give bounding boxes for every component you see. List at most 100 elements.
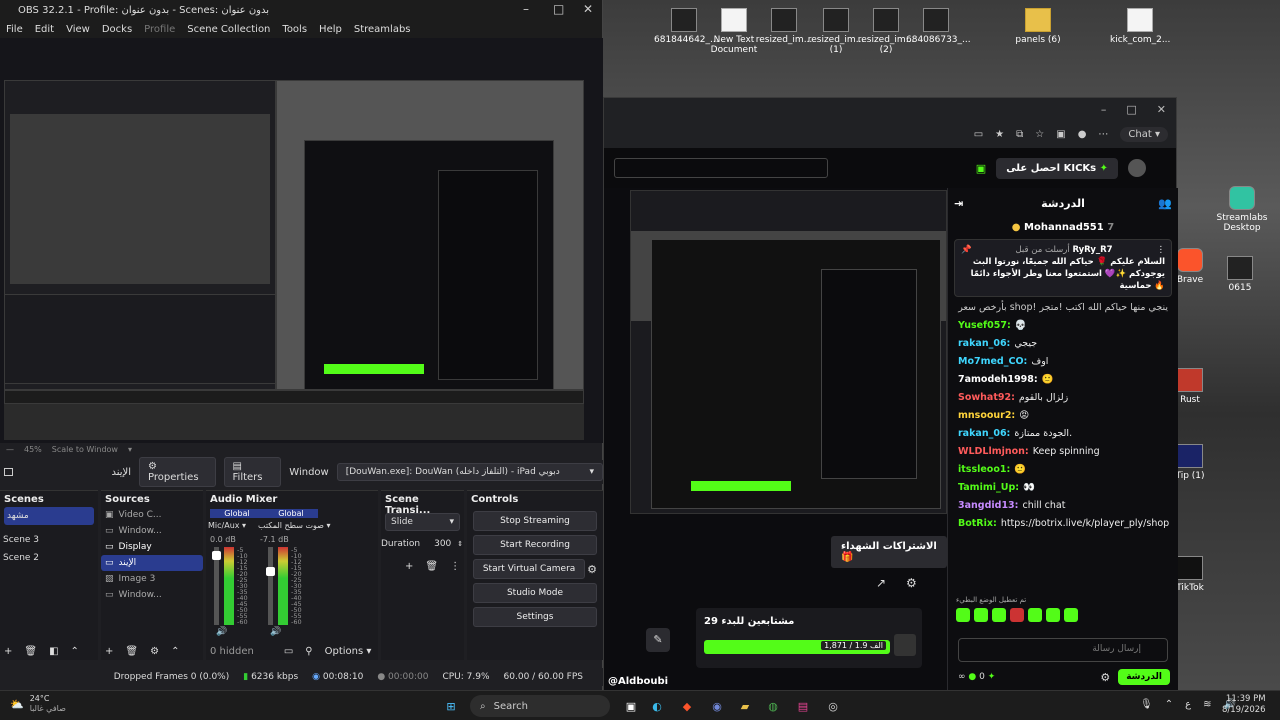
- scene-item[interactable]: Scene 2: [0, 549, 98, 567]
- start-icon[interactable]: ⊞: [440, 695, 462, 717]
- source-item[interactable]: ▣ Video C...: [101, 507, 203, 523]
- desktop-icon[interactable]: Streamlabs Desktop: [1212, 186, 1272, 233]
- chat-input[interactable]: إرسال رسالة: [958, 638, 1168, 662]
- chevron-down-icon[interactable]: ▾: [128, 445, 132, 454]
- discord-icon[interactable]: ◉: [706, 695, 728, 717]
- options-button[interactable]: Options ▾: [325, 646, 372, 657]
- filter-icon[interactable]: ◧: [49, 646, 58, 657]
- close-icon[interactable]: ✕: [1157, 103, 1166, 116]
- maximize-icon[interactable]: □: [553, 2, 564, 16]
- desktop-icon[interactable]: resized_im...: [754, 8, 814, 45]
- speaker-icon[interactable]: 🔊: [216, 627, 227, 637]
- copilot-chat-button[interactable]: Chat ▾: [1120, 126, 1168, 142]
- speaker-icon[interactable]: 🔊: [270, 627, 281, 637]
- filters-button[interactable]: ▤ Filters: [223, 457, 282, 487]
- emote-icon[interactable]: [956, 608, 970, 622]
- menu-view[interactable]: View: [66, 24, 90, 35]
- stop-streaming-button[interactable]: Stop Streaming: [473, 511, 597, 531]
- source-item[interactable]: ▭ Window...: [101, 523, 203, 539]
- menu-file[interactable]: File: [6, 24, 23, 35]
- share-icon[interactable]: ↗: [876, 576, 886, 590]
- subscriptions-button[interactable]: الاشتراكات الشهداء 🎁: [831, 536, 947, 568]
- language-indicator[interactable]: ع: [1185, 699, 1191, 710]
- emote-icon[interactable]: [1046, 608, 1060, 622]
- maximize-icon[interactable]: □: [1126, 103, 1136, 116]
- volume-slider[interactable]: [212, 547, 221, 625]
- chrome-icon[interactable]: ◍: [762, 695, 784, 717]
- add-icon[interactable]: +: [4, 646, 12, 657]
- collapse-icon[interactable]: ⇥: [954, 197, 963, 210]
- chat-send-button[interactable]: الدردشة: [1118, 669, 1170, 685]
- trash-icon[interactable]: 🗑: [425, 561, 438, 572]
- menu-profile[interactable]: Profile: [144, 24, 175, 35]
- menu-tools[interactable]: Tools: [282, 24, 307, 35]
- layout-icon[interactable]: ▭: [284, 646, 293, 657]
- menu-streamlabs[interactable]: Streamlabs: [354, 24, 411, 35]
- weather-widget[interactable]: ⛅ 24°C صافي غالبا: [10, 694, 66, 714]
- chat-username[interactable]: Mo7med_CO:: [958, 356, 1027, 367]
- window-select[interactable]: [DouWan.exe]: DouWan (التلفاز داخله) - i…: [336, 463, 603, 481]
- chat-username[interactable]: rakan_06:: [958, 338, 1010, 349]
- desktop-icon[interactable]: panels (6): [1008, 8, 1068, 45]
- chat-username[interactable]: BotRix:: [958, 518, 997, 529]
- emote-icon[interactable]: [1064, 608, 1078, 622]
- source-item[interactable]: ▭ Window...: [101, 587, 203, 603]
- search-bar[interactable]: ⌕ Search: [470, 695, 610, 717]
- stepper-icon[interactable]: ⇕: [457, 540, 463, 548]
- zoom-level[interactable]: 45%: [24, 445, 42, 454]
- add-icon[interactable]: +: [405, 561, 413, 572]
- extensions-icon[interactable]: ⧉: [1016, 129, 1023, 140]
- video-player[interactable]: [630, 190, 947, 514]
- properties-button[interactable]: ⚙ Properties: [139, 457, 216, 487]
- chat-username[interactable]: itssleoo1:: [958, 464, 1010, 475]
- menu-scene-collection[interactable]: Scene Collection: [187, 24, 270, 35]
- emote-icon[interactable]: [1028, 608, 1042, 622]
- scene-item[interactable]: Scene 3: [0, 531, 98, 549]
- search-box[interactable]: [614, 158, 828, 178]
- collections-icon[interactable]: ▣: [1056, 129, 1065, 140]
- favorites-icon[interactable]: ☆: [1035, 129, 1044, 140]
- chat-username[interactable]: WLDLlmjnon:: [958, 446, 1029, 457]
- menu-docks[interactable]: Docks: [102, 24, 132, 35]
- minimize-icon[interactable]: –: [523, 2, 529, 16]
- trash-icon[interactable]: 🗑: [125, 646, 138, 657]
- chevron-up-icon[interactable]: ⌃: [171, 646, 179, 657]
- install-icon[interactable]: ▭: [974, 129, 983, 140]
- slider-handle[interactable]: [212, 551, 221, 560]
- more-icon[interactable]: ⋮: [1156, 244, 1165, 256]
- more-icon[interactable]: ⋮: [450, 561, 460, 572]
- duration-input[interactable]: 300: [434, 539, 451, 549]
- hidden-count[interactable]: 0 hidden: [210, 646, 254, 657]
- chevron-up-icon[interactable]: ⌃: [71, 646, 79, 657]
- chat-username[interactable]: 7amodeh1998:: [958, 374, 1038, 385]
- chat-username[interactable]: rakan_06:: [958, 428, 1010, 439]
- emote-icon[interactable]: [974, 608, 988, 622]
- obs-preview[interactable]: [0, 38, 603, 443]
- zoom-minus-icon[interactable]: —: [6, 445, 14, 454]
- link-icon[interactable]: ⚲: [305, 646, 312, 657]
- brave-icon[interactable]: ◆: [676, 695, 698, 717]
- desktop-icon[interactable]: 684086733_...: [906, 8, 971, 45]
- channel-name[interactable]: @Aldboubi: [608, 676, 668, 687]
- mic-icon[interactable]: 🎙: [1140, 699, 1153, 710]
- chevron-up-icon[interactable]: ⌃: [1165, 699, 1173, 710]
- wifi-icon[interactable]: ≋: [1203, 699, 1211, 710]
- start-recording-button[interactable]: Start Recording: [473, 535, 597, 555]
- add-icon[interactable]: +: [105, 646, 113, 657]
- edit-icon[interactable]: ✎: [646, 628, 670, 652]
- settings-button[interactable]: Settings: [473, 607, 597, 627]
- profile-icon[interactable]: ●: [1078, 129, 1087, 140]
- task-view-icon[interactable]: ▣: [620, 695, 642, 717]
- file-explorer-icon[interactable]: ▰: [734, 695, 756, 717]
- chat-username[interactable]: Tamimi_Up:: [958, 482, 1019, 493]
- scale-to-window[interactable]: Scale to Window: [52, 445, 118, 454]
- clock[interactable]: 11:39 PM 8/19/2026: [1222, 694, 1266, 716]
- star-icon[interactable]: ★: [995, 129, 1004, 140]
- obs-icon[interactable]: ◎: [822, 695, 844, 717]
- studio-mode-button[interactable]: Studio Mode: [473, 583, 597, 603]
- more-icon[interactable]: ⋯: [1098, 129, 1108, 140]
- menu-edit[interactable]: Edit: [35, 24, 54, 35]
- desktop-icon[interactable]: 0615: [1210, 256, 1270, 293]
- source-item[interactable]: ▭ الإيند: [101, 555, 203, 571]
- channel-name[interactable]: Mic/Aux ▾: [208, 521, 246, 530]
